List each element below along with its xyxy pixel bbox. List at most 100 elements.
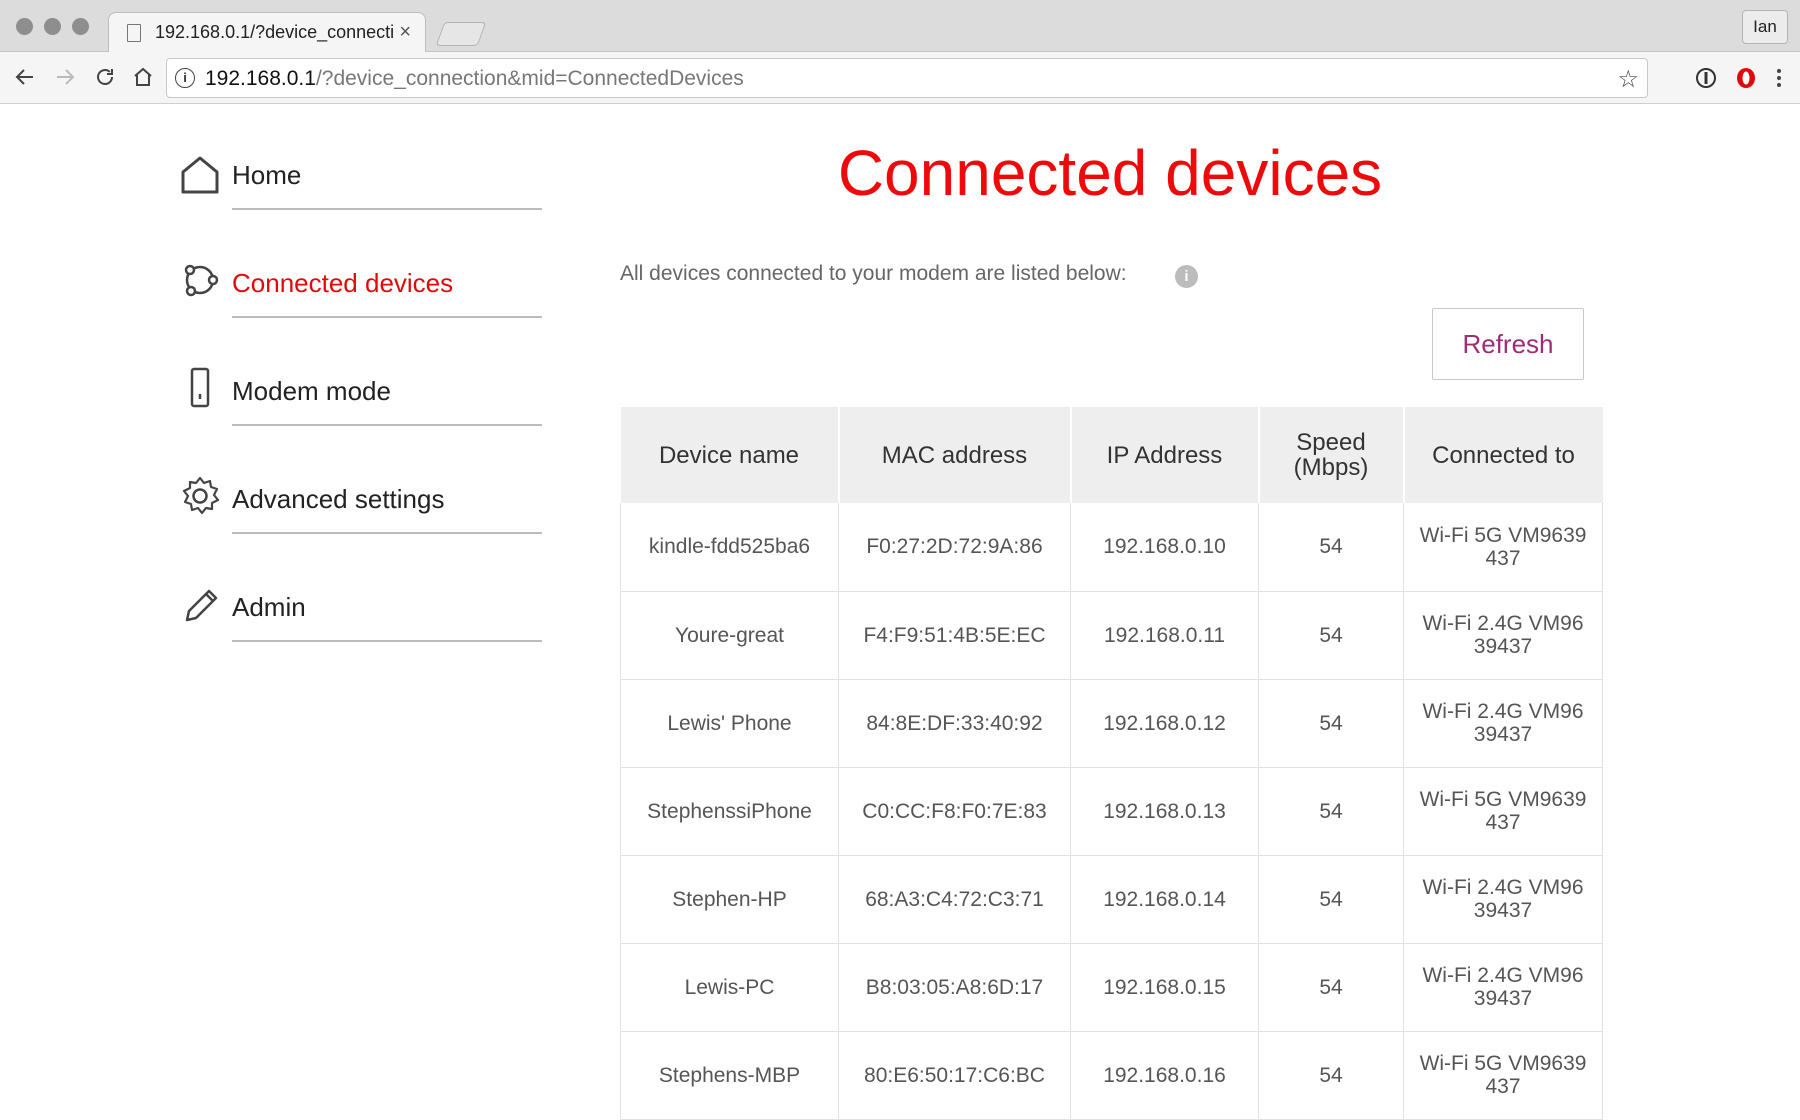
table-row: kindle-fdd525ba6 F0:27:2D:72:9A:86 192.1… <box>620 503 1603 592</box>
browser-toolbar: i 192.168.0.1/?device_connection&mid=Con… <box>0 52 1800 104</box>
connected-to-cell: Wi-Fi 5G VM9639437 <box>1403 1031 1603 1120</box>
device-name-cell: Youre-great <box>620 591 839 680</box>
table-row: Stephen-HP 68:A3:C4:72:C3:71 192.168.0.1… <box>620 855 1603 944</box>
ip-address-cell: 192.168.0.12 <box>1070 679 1259 768</box>
url-path: /?device_connection&mid=ConnectedDevices <box>315 67 744 90</box>
back-arrow-icon <box>15 69 33 85</box>
tab-close-icon[interactable]: × <box>399 21 411 44</box>
connected-to-cell: Wi-Fi 5G VM9639437 <box>1403 503 1603 592</box>
zoom-window-button[interactable] <box>72 18 89 35</box>
column-header-mac-address: MAC address <box>838 407 1072 503</box>
mac-address-cell: C0:CC:F8:F0:7E:83 <box>838 767 1071 856</box>
opera-extension-icon[interactable] <box>1734 66 1758 90</box>
mac-address-cell: F0:27:2D:72:9A:86 <box>838 503 1071 592</box>
back-button[interactable] <box>8 60 42 94</box>
connected-to-cell: Wi-Fi 2.4G VM9639437 <box>1403 679 1603 768</box>
table-row: StephenssiPhone C0:CC:F8:F0:7E:83 192.16… <box>620 767 1603 856</box>
connected-devices-table: Device name MAC address IP Address Speed… <box>620 407 1603 1120</box>
connected-devices-icon <box>184 264 219 297</box>
device-name-cell: Stephen-HP <box>620 855 839 944</box>
minimize-window-button[interactable] <box>44 18 61 35</box>
tab-title: 192.168.0.1/?device_connecti <box>155 22 395 42</box>
page-icon <box>127 24 141 42</box>
password-manager-icon[interactable] <box>1694 66 1718 90</box>
speed-cell: 54 <box>1258 591 1404 680</box>
sidebar-item-label: Connected devices <box>232 268 454 298</box>
mac-address-cell: 68:A3:C4:72:C3:71 <box>838 855 1071 944</box>
device-name-cell: kindle-fdd525ba6 <box>620 503 839 592</box>
site-info-icon[interactable]: i <box>175 68 195 88</box>
close-window-button[interactable] <box>16 18 33 35</box>
divider <box>232 640 542 642</box>
column-header-ip-address: IP Address <box>1070 407 1260 503</box>
refresh-button[interactable]: Refresh <box>1432 308 1584 380</box>
gear-icon <box>182 476 220 515</box>
ip-address-cell: 192.168.0.13 <box>1070 767 1259 856</box>
reload-icon <box>97 69 113 85</box>
new-tab-button[interactable] <box>435 22 487 46</box>
speed-cell: 54 <box>1258 1031 1404 1120</box>
connected-to-cell: Wi-Fi 5G VM9639437 <box>1403 767 1603 856</box>
speed-cell: 54 <box>1258 767 1404 856</box>
sidebar-item-connected-devices[interactable]: Connected devices <box>170 238 550 346</box>
ip-address-cell: 192.168.0.11 <box>1070 591 1259 680</box>
address-bar[interactable]: i 192.168.0.1/?device_connection&mid=Con… <box>166 58 1648 98</box>
divider <box>232 208 542 210</box>
page-subtitle: All devices connected to your modem are … <box>620 262 1127 285</box>
pencil-icon <box>185 589 218 622</box>
divider <box>232 316 542 318</box>
info-icon[interactable]: i <box>1175 265 1198 288</box>
sidebar-item-label: Advanced settings <box>232 484 445 514</box>
mac-address-cell: F4:F9:51:4B:5E:EC <box>838 591 1071 680</box>
column-header-device-name: Device name <box>620 407 840 503</box>
forward-arrow-icon <box>57 69 75 85</box>
ip-address-cell: 192.168.0.15 <box>1070 943 1259 1032</box>
divider <box>232 424 542 426</box>
browser-tab-bar: 192.168.0.1/?device_connecti × Ian <box>0 0 1800 53</box>
home-button[interactable] <box>126 60 160 94</box>
table-row: Stephens-MBP 80:E6:50:17:C6:BC 192.168.0… <box>620 1031 1603 1120</box>
sidebar-item-advanced-settings[interactable]: Advanced settings <box>170 454 550 562</box>
device-name-cell: Stephens-MBP <box>620 1031 839 1120</box>
sidebar-item-home[interactable]: Home <box>170 130 550 238</box>
table-row: Youre-great F4:F9:51:4B:5E:EC 192.168.0.… <box>620 591 1603 680</box>
speed-cell: 54 <box>1258 679 1404 768</box>
mac-address-cell: 80:E6:50:17:C6:BC <box>838 1031 1071 1120</box>
speed-cell: 54 <box>1258 855 1404 944</box>
column-header-speed: Speed (Mbps) <box>1258 407 1405 503</box>
mac-address-cell: 84:8E:DF:33:40:92 <box>838 679 1071 768</box>
sidebar-item-modem-mode[interactable]: Modem mode <box>170 346 550 454</box>
connected-to-cell: Wi-Fi 2.4G VM9639437 <box>1403 943 1603 1032</box>
table-row: Lewis-PC B8:03:05:A8:6D:17 192.168.0.15 … <box>620 943 1603 1032</box>
connected-to-cell: Wi-Fi 2.4G VM9639437 <box>1403 855 1603 944</box>
home-small-icon <box>134 67 152 86</box>
browser-menu-icon[interactable] <box>1772 66 1786 90</box>
divider <box>232 532 542 534</box>
profile-button[interactable]: Ian <box>1742 10 1788 44</box>
ip-address-cell: 192.168.0.14 <box>1070 855 1259 944</box>
mac-address-cell: B8:03:05:A8:6D:17 <box>838 943 1071 1032</box>
url-text[interactable]: 192.168.0.1/?device_connection&mid=Conne… <box>205 67 744 91</box>
column-header-connected-to: Connected to <box>1403 407 1603 503</box>
url-host: 192.168.0.1 <box>205 67 316 90</box>
browser-tab[interactable]: 192.168.0.1/?device_connecti × <box>108 12 426 53</box>
table-header-row: Device name MAC address IP Address Speed… <box>620 407 1603 503</box>
device-name-cell: Lewis' Phone <box>620 679 839 768</box>
ip-address-cell: 192.168.0.10 <box>1070 503 1259 592</box>
device-name-cell: Lewis-PC <box>620 943 839 1032</box>
sidebar-item-label: Admin <box>232 592 306 622</box>
speed-cell: 54 <box>1258 503 1404 592</box>
speed-cell: 54 <box>1258 943 1404 1032</box>
page-title: Connected devices <box>837 137 1383 209</box>
ip-address-cell: 192.168.0.16 <box>1070 1031 1259 1120</box>
sidebar-item-admin[interactable]: Admin <box>170 562 550 670</box>
bookmark-star-icon[interactable]: ☆ <box>1617 65 1639 94</box>
sidebar-item-label: Home <box>232 160 302 190</box>
forward-button[interactable] <box>48 60 82 94</box>
home-icon <box>181 156 219 194</box>
sidebar-item-label: Modem mode <box>232 376 391 406</box>
reload-button[interactable] <box>88 60 122 94</box>
sidebar-nav: Home Connected devices Modem mode Advanc… <box>170 130 550 670</box>
modem-icon <box>190 367 210 408</box>
table-row: Lewis' Phone 84:8E:DF:33:40:92 192.168.0… <box>620 679 1603 768</box>
